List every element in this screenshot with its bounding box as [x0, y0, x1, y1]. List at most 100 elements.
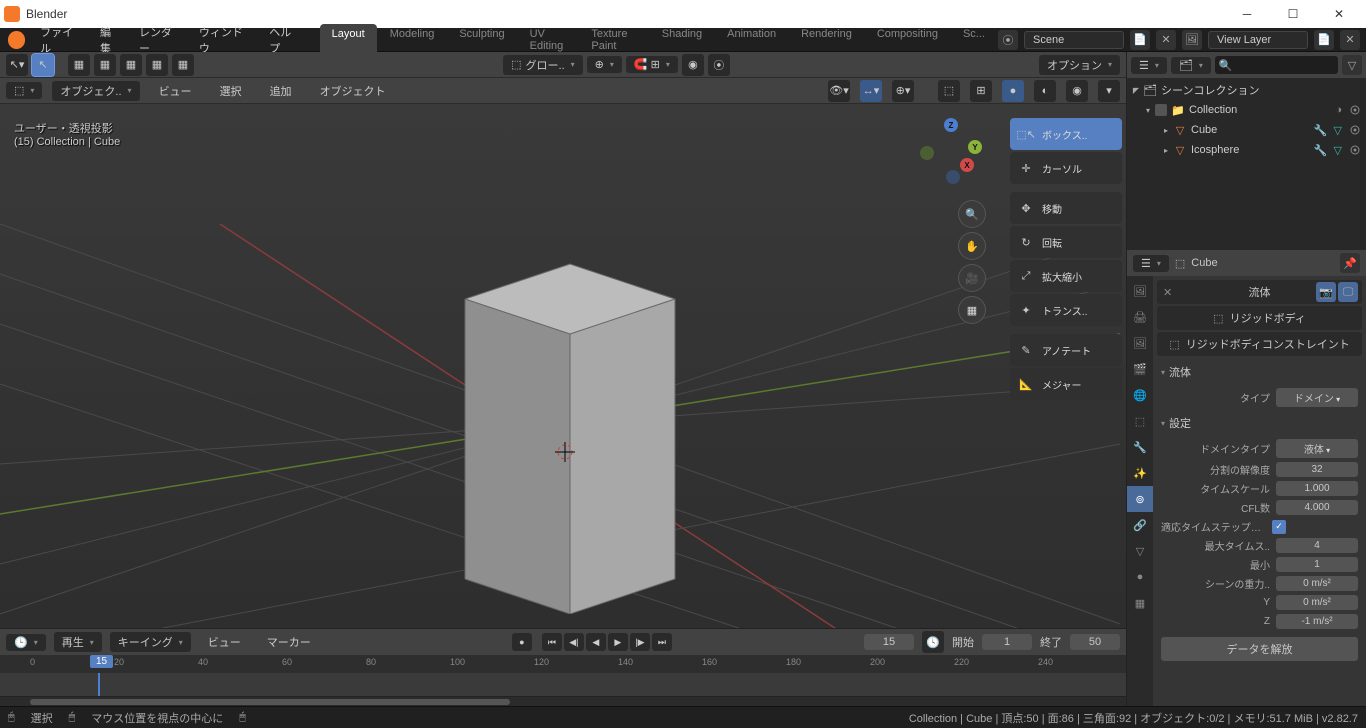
shade-wire-icon[interactable]: ⊞ — [970, 80, 992, 102]
prop-value[interactable]: 1 — [1276, 557, 1358, 572]
timeline-view-menu[interactable]: ビュー — [199, 632, 250, 652]
tab-layout[interactable]: Layout — [320, 24, 377, 56]
tab-modeling[interactable]: Modeling — [378, 24, 447, 56]
cursor-tool-icon[interactable]: ↖ — [32, 54, 54, 76]
tree-object-icosphere[interactable]: ▸ ▽ Icosphere 🔧▽ — [1127, 140, 1366, 160]
tab-compositing[interactable]: Compositing — [865, 24, 950, 56]
jump-start-button[interactable]: ⏮ — [542, 633, 562, 651]
physics-fluid-button[interactable]: ✕ 流体 📷🖵 — [1157, 280, 1362, 304]
tool-measure[interactable]: 📐メジャー — [1010, 368, 1122, 400]
viewport-3d[interactable]: ユーザー・透視投影 (15) Collection | Cube Z Y X 🔍… — [0, 104, 1126, 628]
section-fluid[interactable]: 流体 — [1157, 358, 1362, 386]
tab-rendering[interactable]: Rendering — [789, 24, 864, 56]
xray-icon[interactable]: ⬚ — [938, 80, 960, 102]
vp-menu-select[interactable]: 選択 — [211, 81, 251, 101]
viewlayer-name-input[interactable]: View Layer — [1208, 31, 1308, 49]
eye-icon[interactable] — [1348, 143, 1362, 157]
prop-value[interactable]: 4 — [1276, 538, 1358, 553]
viewlayer-icon[interactable]: 🖼 — [1182, 30, 1202, 50]
tool-move[interactable]: ✥移動 — [1010, 192, 1122, 224]
prop-value[interactable]: 0 m/s² — [1276, 576, 1358, 591]
zoom-icon[interactable]: 🔍 — [958, 200, 986, 228]
tab-texture-icon[interactable]: ▦ — [1127, 590, 1153, 616]
falloff-icon[interactable]: ⦿ — [708, 54, 730, 76]
outliner-editor-dropdown[interactable]: ☰ — [1131, 57, 1167, 74]
eye-icon[interactable] — [1348, 103, 1362, 117]
prop-value[interactable]: 液体 — [1276, 439, 1358, 458]
eye-icon[interactable] — [1348, 123, 1362, 137]
scene-browse-icon[interactable]: ⦿ — [998, 30, 1018, 50]
editor-type-dropdown[interactable]: ⬚ — [6, 82, 42, 99]
prop-value[interactable]: 1.000 — [1276, 481, 1358, 496]
close-button[interactable]: ✕ — [1316, 0, 1362, 28]
tool-box-select[interactable]: ⬚↖ボックス.. — [1010, 118, 1122, 150]
properties-body[interactable]: ✕ 流体 📷🖵 ⬚リジッドボディ ⬚リジッドボディコンストレイント 流体 タイプ… — [1153, 276, 1366, 706]
timeline-cursor-line[interactable] — [98, 673, 100, 696]
tree-scene-collection[interactable]: ◤🗂 シーンコレクション — [1127, 80, 1366, 100]
prop-checkbox[interactable]: ✓ — [1272, 520, 1286, 534]
tab-shading[interactable]: Shading — [650, 24, 714, 56]
outliner-tree[interactable]: ◤🗂 シーンコレクション ▾ 📁 Collection ◑ ▸ ▽ Cube 🔧… — [1127, 78, 1366, 250]
outliner-search[interactable]: 🔍 — [1215, 56, 1338, 74]
timeline-keying-menu[interactable]: キーイング — [110, 632, 191, 652]
tab-mesh-icon[interactable]: ▽ — [1127, 538, 1153, 564]
preview-range-icon[interactable]: 🕓 — [922, 631, 944, 653]
camera-view-icon[interactable]: 🎥 — [958, 264, 986, 292]
timeline-ruler[interactable]: 15 020406080100120140160180200220240 — [0, 655, 1126, 673]
select-invert-icon[interactable]: ▦ — [172, 54, 194, 76]
prop-value[interactable]: 0 m/s² — [1276, 595, 1358, 610]
tree-object-cube[interactable]: ▸ ▽ Cube 🔧▽ — [1127, 120, 1366, 140]
tool-cursor[interactable]: ✛カーソル — [1010, 152, 1122, 184]
tab-material-icon[interactable]: ● — [1127, 564, 1153, 590]
properties-breadcrumb[interactable]: Cube — [1191, 257, 1217, 269]
orientation-dropdown[interactable]: ⬚グロー.. — [503, 55, 583, 75]
fluid-type-dropdown[interactable]: ドメイン — [1276, 388, 1358, 407]
jump-end-button[interactable]: ⏭ — [652, 633, 672, 651]
pan-icon[interactable]: ✋ — [958, 232, 986, 260]
vp-menu-view[interactable]: ビュー — [150, 81, 201, 101]
tab-constraints-icon[interactable]: 🔗 — [1127, 512, 1153, 538]
start-frame-input[interactable]: 1 — [982, 634, 1032, 650]
properties-editor-dropdown[interactable]: ☰ — [1133, 255, 1169, 272]
timeline-track[interactable] — [0, 673, 1126, 696]
tab-animation[interactable]: Animation — [715, 24, 788, 56]
viewlayer-new-icon[interactable]: 📄 — [1314, 30, 1334, 50]
timeline-scrollbar[interactable] — [0, 696, 1126, 706]
scene-delete-icon[interactable]: ✕ — [1156, 30, 1176, 50]
timeline-playback-menu[interactable]: 再生 — [54, 632, 102, 652]
outliner-filter-icon[interactable]: ▽ — [1342, 55, 1362, 75]
navigation-gizmo[interactable]: Z Y X — [916, 118, 986, 188]
tree-collection[interactable]: ▾ 📁 Collection ◑ — [1127, 100, 1366, 120]
prop-value[interactable]: 32 — [1276, 462, 1358, 477]
end-frame-input[interactable]: 50 — [1070, 634, 1120, 650]
tab-output-icon[interactable]: 🖨 — [1127, 304, 1153, 330]
section-settings[interactable]: 設定 — [1157, 409, 1362, 437]
shade-matprev-icon[interactable]: ◐ — [1034, 80, 1056, 102]
vp-menu-add[interactable]: 追加 — [261, 81, 301, 101]
prop-value[interactable]: 4.000 — [1276, 500, 1358, 515]
overlays-toggle-icon[interactable]: ⊕▾ — [892, 80, 914, 102]
shade-options-icon[interactable]: ▾ — [1098, 80, 1120, 102]
tab-texturepaint[interactable]: Texture Paint — [579, 24, 648, 56]
persp-ortho-icon[interactable]: ▦ — [958, 296, 986, 324]
vp-menu-object[interactable]: オブジェクト — [311, 81, 395, 101]
tab-viewlayer-icon[interactable]: 🖼 — [1127, 330, 1153, 356]
mode-dropdown[interactable]: オブジェク.. — [52, 81, 139, 101]
tab-sculpting[interactable]: Sculpting — [447, 24, 516, 56]
tab-object-icon[interactable]: ⬚ — [1127, 408, 1153, 434]
select-mode-icon[interactable]: ↖▾ — [6, 54, 28, 76]
collection-enable-checkbox[interactable] — [1155, 104, 1167, 116]
shade-solid-icon[interactable]: ● — [1002, 80, 1024, 102]
snap-dropdown[interactable]: 🧲 ⊞ — [626, 56, 678, 73]
scene-new-icon[interactable]: 📄 — [1130, 30, 1150, 50]
screen-solo-icon[interactable]: 🖵 — [1338, 282, 1358, 302]
tool-annotate[interactable]: ✎アノテート — [1010, 334, 1122, 366]
maximize-button[interactable]: ☐ — [1270, 0, 1316, 28]
physics-rbconstraint-button[interactable]: ⬚リジッドボディコンストレイント — [1157, 332, 1362, 356]
jump-nextkey-button[interactable]: |▶ — [630, 633, 650, 651]
tab-particles-icon[interactable]: ✨ — [1127, 460, 1153, 486]
gizmo-toggle-icon[interactable]: ↔▾ — [860, 80, 882, 102]
tool-rotate[interactable]: ↻回転 — [1010, 226, 1122, 258]
camera-solo-icon[interactable]: 📷 — [1316, 282, 1336, 302]
jump-prevkey-button[interactable]: ◀| — [564, 633, 584, 651]
